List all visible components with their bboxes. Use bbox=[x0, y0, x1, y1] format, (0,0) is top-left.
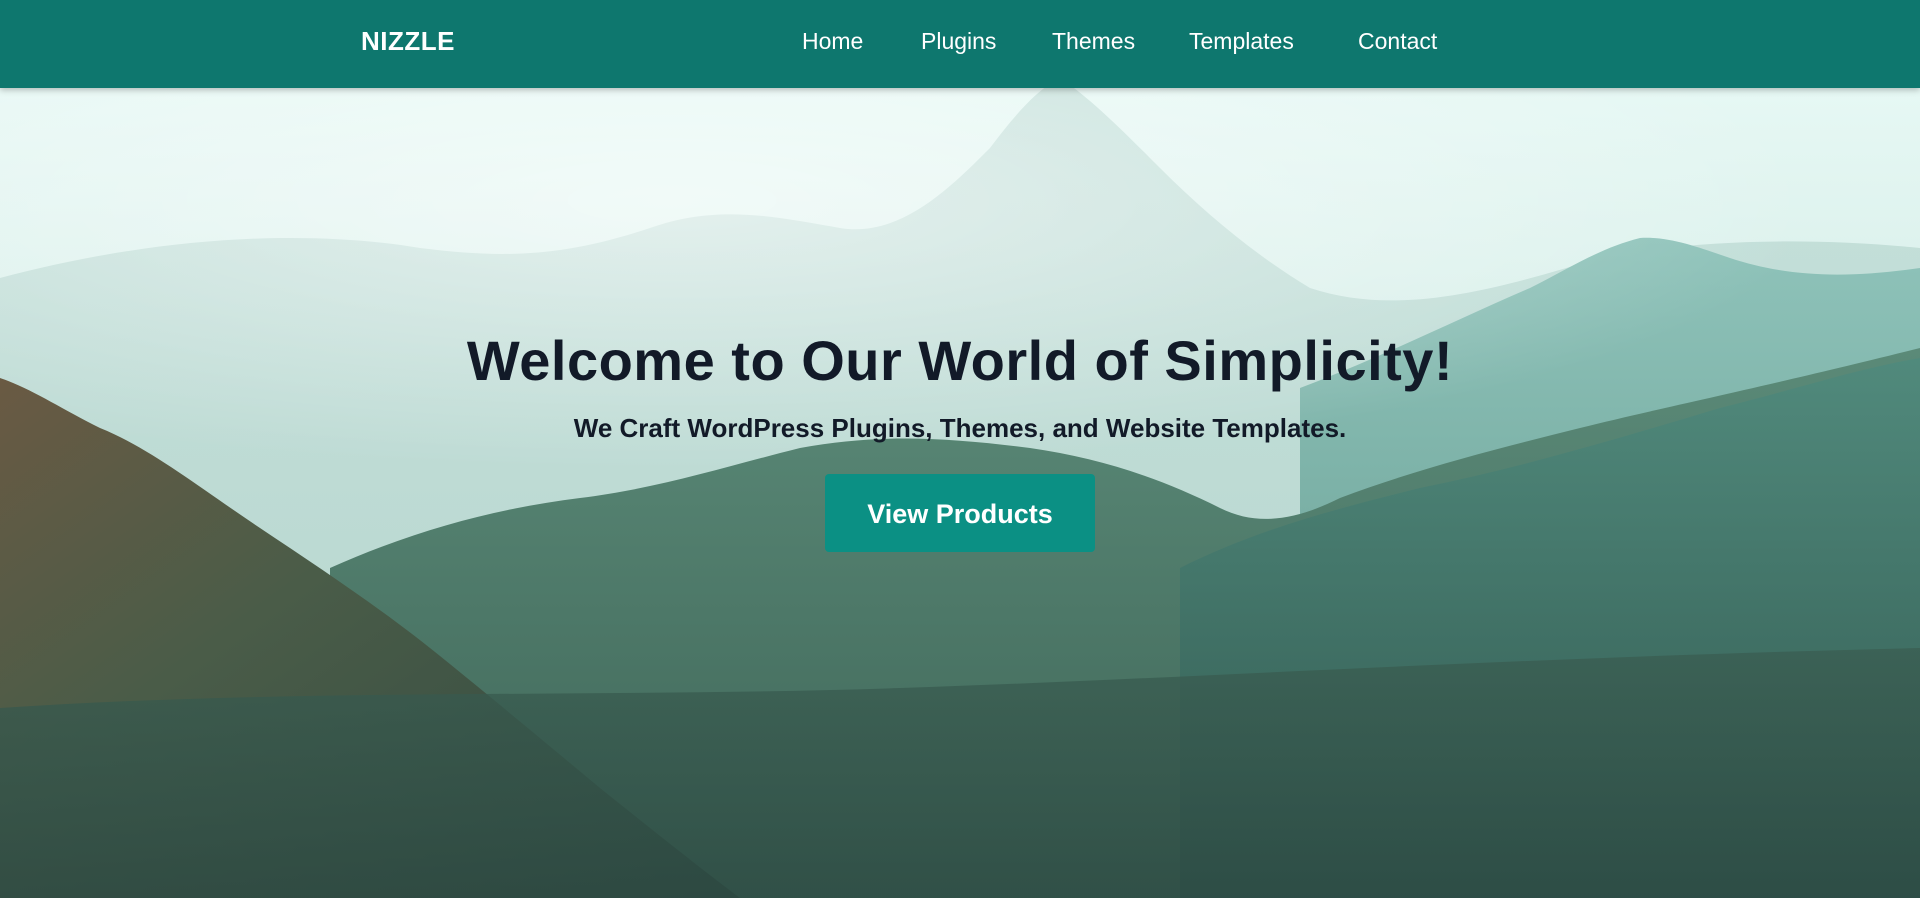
nav-link-templates[interactable]: Templates bbox=[1189, 28, 1294, 55]
site-logo[interactable]: NIZZLE bbox=[361, 26, 455, 57]
hero-content: Welcome to Our World of Simplicity! We C… bbox=[0, 328, 1920, 552]
top-navbar: NIZZLE Home Plugins Themes Templates Con… bbox=[0, 0, 1920, 88]
page: NIZZLE Home Plugins Themes Templates Con… bbox=[0, 0, 1920, 898]
nav-link-plugins[interactable]: Plugins bbox=[921, 28, 996, 55]
nav-link-contact[interactable]: Contact bbox=[1358, 28, 1437, 55]
hero-title: Welcome to Our World of Simplicity! bbox=[466, 329, 1454, 392]
view-products-button[interactable]: View Products bbox=[825, 474, 1095, 552]
nav-link-themes[interactable]: Themes bbox=[1052, 28, 1135, 55]
hero-subtitle: We Craft WordPress Plugins, Themes, and … bbox=[573, 413, 1347, 443]
hero-section: Welcome to Our World of Simplicity! We C… bbox=[0, 88, 1920, 898]
nav-link-home[interactable]: Home bbox=[802, 28, 863, 55]
